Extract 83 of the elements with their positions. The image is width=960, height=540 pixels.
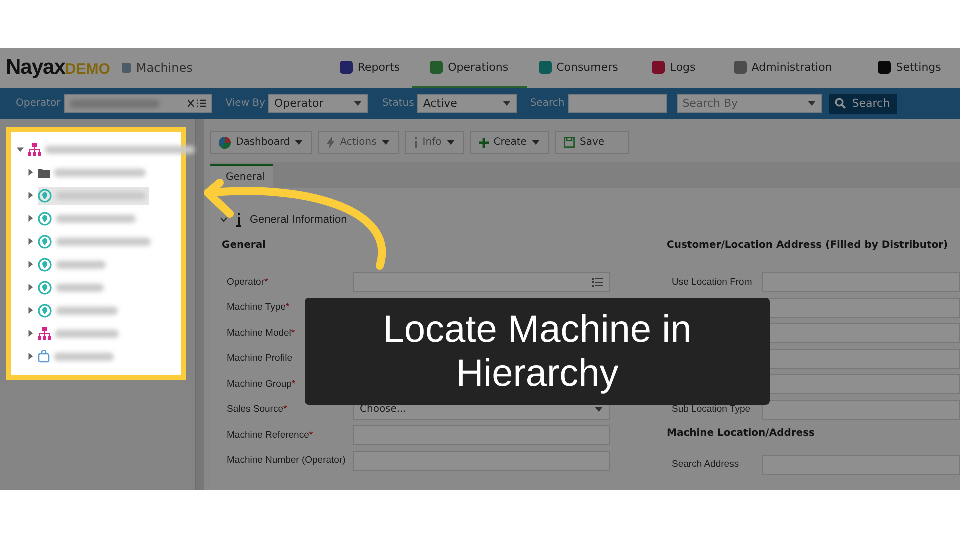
group-heading: Machine Location/Address (667, 428, 816, 438)
clear-list-icon[interactable] (188, 99, 206, 108)
operator-field[interactable] (64, 94, 212, 113)
location-pin-icon (38, 234, 52, 248)
collapsed-caret-icon[interactable] (27, 330, 34, 337)
expanded-caret-icon[interactable] (17, 146, 24, 153)
nav-tab[interactable]: Administration (722, 48, 844, 88)
hierarchy-icon (38, 327, 51, 340)
collapsed-caret-icon[interactable] (27, 192, 34, 199)
blurred-label (55, 330, 119, 338)
bag-icon (38, 350, 50, 363)
input-field[interactable] (762, 400, 960, 420)
search-icon (835, 98, 846, 109)
field-label: Search Address (672, 459, 740, 470)
group-heading: General (222, 240, 267, 253)
field-label: Machine Reference* (227, 430, 314, 440)
nav-tab[interactable]: Settings (866, 48, 954, 88)
blurred-label (56, 284, 104, 292)
field-label: Machine Profile (227, 353, 294, 364)
blurred-label (56, 306, 118, 314)
nav-tab[interactable]: Logs (640, 48, 708, 88)
field-label: Status (382, 98, 414, 109)
save-icon (564, 137, 575, 148)
dropdown-caret-icon (532, 140, 540, 146)
dropdown-caret-icon (446, 140, 455, 146)
list-icon (592, 278, 603, 286)
info-icon (414, 137, 418, 148)
collapsed-caret-icon[interactable] (27, 215, 34, 222)
field-label: Machine Model* (227, 328, 296, 338)
field-label: Sales Source* (227, 404, 288, 415)
field-label: Operator (16, 98, 61, 109)
toolbar-button[interactable]: Info (404, 131, 464, 154)
hierarchy-icon (28, 143, 41, 156)
pie-chart-icon (219, 136, 231, 148)
collapsed-caret-icon[interactable] (27, 238, 34, 245)
nav-tab[interactable]: Reports (328, 48, 412, 88)
search-button[interactable]: Search (828, 94, 897, 114)
lightning-icon (327, 136, 336, 148)
plus-icon (478, 138, 489, 148)
module-title: Machines (136, 61, 193, 75)
blurred-label (56, 260, 106, 268)
field-label: Search (530, 98, 565, 109)
location-pin-icon (38, 280, 52, 294)
field-label: Use Location From (672, 276, 754, 288)
group-heading: Customer/Location Address (Filled by Distributor) (667, 240, 950, 253)
search-field[interactable] (568, 94, 667, 113)
status-select[interactable]: Active (417, 94, 518, 113)
chevron-down-icon[interactable] (220, 217, 228, 223)
field-label: Machine Group* (227, 378, 297, 390)
location-pin-icon (38, 258, 52, 272)
section-title: General Information (250, 214, 348, 226)
collapsed-caret-icon[interactable] (27, 284, 34, 291)
info-icon (236, 213, 242, 227)
collapsed-caret-icon[interactable] (27, 261, 34, 268)
toolbar-button[interactable]: Actions (318, 131, 399, 154)
location-pin-icon (38, 212, 52, 226)
toolbar-button[interactable]: Save (554, 131, 629, 154)
collapsed-caret-icon[interactable] (27, 169, 34, 176)
blurred-label (54, 352, 114, 360)
dropdown-caret-icon (354, 100, 362, 106)
caption-text: Locate Machine in Hierarchy (382, 308, 693, 396)
dropdown-caret-icon (295, 140, 304, 146)
nav-tab[interactable]: Consumers (526, 48, 630, 88)
location-pin-icon (38, 188, 52, 202)
collapsed-caret-icon[interactable] (27, 353, 34, 360)
collapsed-caret-icon[interactable] (27, 307, 34, 314)
dropdown-caret-icon (503, 100, 512, 106)
field-label: Machine Number (Operator) (227, 455, 347, 466)
tab[interactable]: General (210, 164, 274, 188)
toolbar-button[interactable]: Create (470, 131, 549, 154)
folder-icon (38, 168, 50, 178)
dropdown-caret-icon (808, 100, 816, 106)
toolbar-button[interactable]: Dashboard (210, 131, 312, 154)
logo: NayaxDEMO (6, 56, 110, 80)
location-pin-icon (38, 304, 52, 318)
input-field[interactable] (353, 272, 610, 292)
dropdown-caret-icon (382, 140, 390, 146)
field-label: View By (226, 98, 266, 109)
field-label: Machine Type* (227, 302, 291, 313)
field-label: Operator* (227, 276, 270, 288)
field-label: Sub Location Type (672, 404, 752, 415)
search-by-select[interactable]: Search By (676, 94, 822, 113)
view-by-select[interactable]: Operator (268, 94, 368, 113)
